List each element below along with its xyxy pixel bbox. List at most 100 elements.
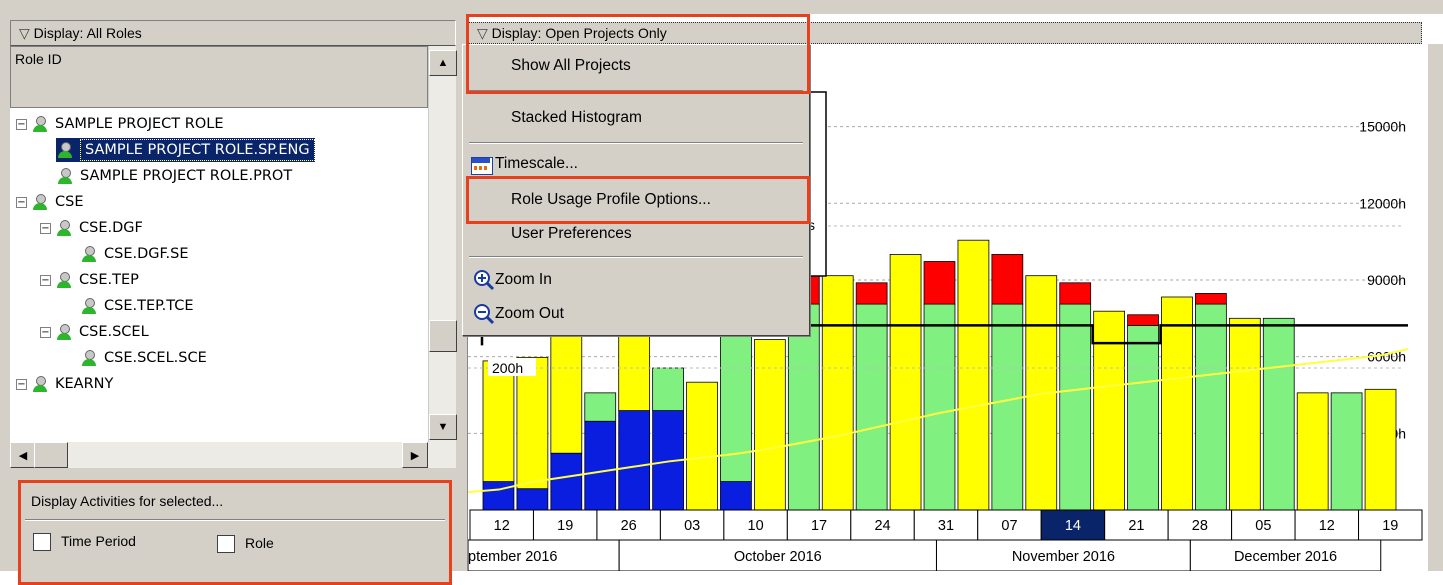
week-label: 24 (874, 518, 890, 534)
tree-node-label: SAMPLE PROJECT ROLE.PROT (80, 168, 293, 184)
scroll-down-arrow-icon[interactable]: ▼ (429, 414, 457, 440)
role-icon (55, 219, 73, 237)
menu-item-stacked-histogram[interactable]: Stacked Histogram (463, 109, 857, 127)
histogram-bar (1093, 310, 1125, 511)
time-period-label: Time Period (61, 533, 136, 549)
tree-node-label: SAMPLE PROJECT ROLE.SP.ENG (80, 139, 315, 161)
top-bar (0, 0, 1443, 15)
menu-item-zoom-out[interactable]: Zoom Out (463, 304, 857, 325)
histogram-bar (1195, 293, 1227, 305)
menu-item-zoom-out-label: Zoom Out (495, 305, 564, 322)
histogram-bar (652, 367, 684, 411)
role-icon (55, 323, 73, 341)
tree-node[interactable]: − CSE (16, 190, 84, 214)
histogram-bar (1059, 282, 1092, 305)
tree-node[interactable]: − CSE.TEP (40, 268, 139, 292)
week-label: 21 (1128, 518, 1144, 534)
tree-node-label: SAMPLE PROJECT ROLE (55, 116, 224, 132)
week-label: 12 (1319, 518, 1335, 534)
role-checkbox[interactable]: Role (217, 535, 274, 554)
week-label: 05 (1255, 518, 1271, 534)
month-label: November 2016 (1012, 549, 1115, 565)
role-panel: ▽ Display: All Roles Role ID − SAMPLE PRO… (0, 14, 458, 585)
role-display-filter[interactable]: ▽ Display: All Roles (10, 20, 456, 46)
histogram-bar (923, 303, 956, 511)
role-cursor-icon (80, 245, 98, 263)
histogram-bar (584, 420, 617, 511)
role-cursor-icon (80, 349, 98, 367)
histogram-bar (516, 488, 549, 511)
histogram-bar (1127, 314, 1159, 326)
histogram-bar (516, 356, 549, 490)
month-label: December 2016 (1234, 549, 1337, 565)
histogram-bar (991, 253, 1024, 305)
tree-node[interactable]: SAMPLE PROJECT ROLE.SP.ENG (56, 138, 315, 162)
scroll-right-arrow-icon[interactable]: ▶ (402, 442, 428, 468)
week-label: 03 (684, 518, 700, 534)
menu-item-user-preferences[interactable]: User Preferences (463, 225, 857, 243)
histogram-bar (482, 360, 515, 482)
menu-item-timescale[interactable]: Timescale... (463, 155, 857, 175)
histogram-bar (923, 261, 956, 305)
histogram-bar (618, 410, 651, 511)
collapse-icon[interactable]: − (40, 326, 51, 338)
scroll-left-arrow-icon[interactable]: ◀ (10, 442, 36, 468)
horizontal-scroll-thumb[interactable] (34, 442, 68, 468)
role-icon (31, 193, 49, 211)
scroll-up-arrow-icon[interactable]: ▲ (429, 50, 457, 76)
tree-node-label: CSE.TEP (79, 272, 139, 288)
role-label: Role (245, 535, 274, 551)
highlight-box-display-filter (466, 14, 810, 94)
chevron-down-icon: ▽ (19, 25, 34, 41)
menu-item-zoom-in[interactable]: Zoom In (463, 270, 857, 291)
collapse-icon[interactable]: − (16, 378, 27, 390)
week-label: 17 (811, 518, 827, 534)
histogram-bar (482, 481, 515, 511)
collapse-icon[interactable]: − (16, 118, 27, 130)
month-label: ptember 2016 (468, 549, 557, 565)
tree-node[interactable]: SAMPLE PROJECT ROLE.PROT (56, 164, 292, 188)
left-axis-tick-label: 200h (492, 360, 523, 376)
histogram-bar (686, 381, 718, 511)
histogram-bar (1127, 324, 1159, 511)
histogram-bar (855, 282, 888, 305)
histogram-bar (720, 481, 752, 511)
role-display-filter-label: Display: All Roles (33, 25, 142, 41)
week-label: 19 (557, 518, 573, 534)
histogram-bar (957, 239, 990, 511)
histogram-bar (550, 335, 583, 454)
role-id-header-label: Role ID (15, 51, 62, 67)
histogram-bar (1059, 303, 1092, 511)
histogram-bar (1262, 317, 1295, 511)
histogram-bar (1228, 317, 1261, 511)
tree-node[interactable]: − CSE.SCEL (40, 320, 149, 344)
role-cursor-icon (56, 167, 74, 185)
time-period-checkbox[interactable]: Time Period (33, 533, 136, 552)
right-axis-tick-label: 15000h (1359, 119, 1406, 135)
role-icon (80, 297, 98, 315)
tree-node[interactable]: − SAMPLE PROJECT ROLE (16, 112, 224, 136)
collapse-icon[interactable]: − (40, 274, 51, 286)
role-id-column-header[interactable]: Role ID (10, 46, 428, 108)
tree-node[interactable]: − KEARNY (16, 372, 113, 396)
tree-node[interactable]: CSE.TEP.TCE (80, 294, 194, 318)
tree-node[interactable]: CSE.SCEL.SCE (80, 346, 207, 370)
histogram-bar (584, 392, 617, 422)
role-tree-vertical-scrollbar[interactable]: ▲ ▼ (428, 46, 457, 442)
week-label: 10 (748, 518, 764, 534)
chart-vertical-scrollbar[interactable] (1428, 44, 1443, 571)
role-tree-horizontal-scrollbar[interactable]: ◀ ▶ (10, 442, 456, 468)
collapse-icon[interactable]: − (40, 222, 51, 234)
zoom-out-icon (474, 304, 495, 325)
display-activities-box: Display Activities for selected... Time … (18, 480, 452, 585)
scroll-thumb[interactable] (429, 320, 457, 352)
tree-node-label: CSE.TEP.TCE (104, 298, 194, 314)
histogram-bar (1330, 392, 1363, 511)
tree-node[interactable]: − CSE.DGF (40, 216, 143, 240)
histogram-bar (855, 303, 888, 511)
tree-node-label: CSE.DGF (79, 220, 143, 236)
week-label: 19 (1382, 518, 1398, 534)
collapse-icon[interactable]: − (16, 196, 27, 208)
tree-node[interactable]: CSE.DGF.SE (80, 242, 189, 266)
display-activities-title: Display Activities for selected... (31, 493, 224, 509)
